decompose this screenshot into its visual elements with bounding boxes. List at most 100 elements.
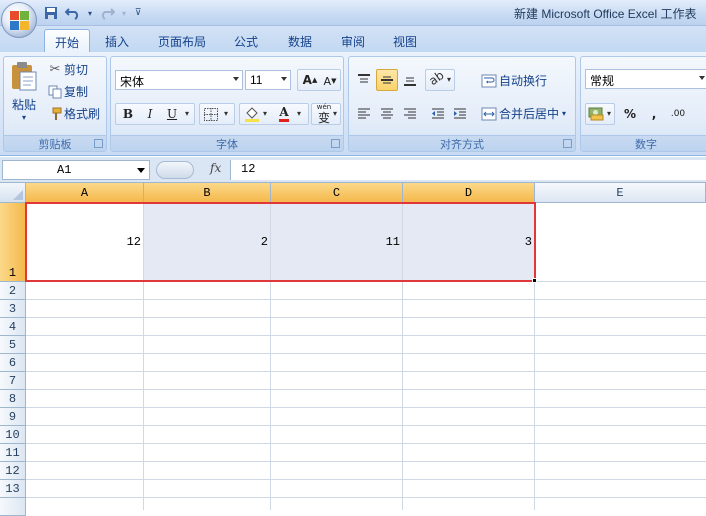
font-size-select[interactable]: 11 — [245, 70, 291, 90]
column-header-c[interactable]: C — [271, 183, 403, 203]
tab-view[interactable]: 视图 — [383, 29, 427, 52]
row-header-6[interactable]: 6 — [0, 354, 26, 372]
font-name-select[interactable]: 宋体 — [115, 70, 243, 90]
formula-bar-splitter[interactable] — [156, 161, 194, 179]
format-painter-button[interactable]: 格式刷 — [46, 105, 100, 122]
column-header-e[interactable]: E — [535, 183, 706, 203]
underline-dropdown-icon[interactable]: ▾ — [185, 109, 189, 118]
fill-handle[interactable] — [532, 278, 537, 283]
name-box-value: A1 — [57, 163, 72, 177]
paste-icon — [10, 60, 38, 92]
formula-input[interactable]: 12 — [230, 160, 706, 180]
merge-dropdown-icon[interactable]: ▾ — [562, 109, 566, 118]
undo-icon[interactable] — [64, 4, 82, 22]
row-header-13[interactable]: 13 — [0, 480, 26, 498]
italic-button[interactable]: I — [139, 103, 161, 125]
ribbon: 粘贴 ▾ ✂ 剪切 复制 格式刷 剪贴板 宋体 11 A ▲ A ▼ B I U… — [0, 52, 706, 156]
gridline — [26, 443, 706, 444]
shrink-font-button[interactable]: A ▼ — [319, 70, 341, 92]
format-painter-icon — [46, 107, 64, 121]
fill-color-button[interactable] — [241, 103, 263, 125]
number-format-dropdown-icon — [699, 76, 705, 80]
gridline — [26, 497, 706, 498]
column-header-a[interactable]: A — [26, 183, 144, 203]
align-left-icon — [358, 108, 370, 119]
name-box-dropdown-icon — [137, 168, 145, 173]
align-top-button[interactable] — [353, 69, 375, 91]
decrease-indent-button[interactable] — [427, 103, 449, 125]
row-header-10[interactable]: 10 — [0, 426, 26, 444]
font-group: 宋体 11 A ▲ A ▼ B I U ▾ ▾ ▾ A ▾ wén 变 ▾ 字体 — [110, 56, 344, 152]
copy-icon — [46, 85, 64, 99]
borders-icon — [204, 108, 218, 121]
clipboard-launcher-icon[interactable] — [94, 139, 103, 148]
row-header-9[interactable]: 9 — [0, 408, 26, 426]
align-right-button[interactable] — [399, 103, 421, 125]
tab-page-layout[interactable]: 页面布局 — [148, 29, 216, 52]
font-color-dropdown-icon[interactable]: ▾ — [297, 109, 301, 118]
wrap-text-icon — [479, 74, 499, 88]
shrink-font-icon: A — [323, 74, 332, 88]
column-header-d[interactable]: D — [403, 183, 535, 203]
redo-dropdown-icon[interactable]: ▾ — [120, 4, 128, 22]
insert-function-button[interactable]: fx — [210, 161, 221, 175]
cut-button[interactable]: ✂ 剪切 — [46, 61, 88, 78]
align-top-icon — [358, 74, 370, 83]
font-color-icon: A — [279, 106, 289, 122]
font-name-dropdown-icon — [233, 77, 239, 81]
underline-button[interactable]: U — [161, 103, 183, 125]
column-header-b[interactable]: B — [144, 183, 271, 203]
customize-icon[interactable]: ⊽ — [132, 4, 144, 22]
font-color-button[interactable]: A — [273, 103, 295, 125]
fill-color-dropdown-icon[interactable]: ▾ — [263, 109, 267, 118]
tab-formulas[interactable]: 公式 — [224, 29, 268, 52]
alignment-launcher-icon[interactable] — [563, 139, 572, 148]
percent-button[interactable]: % — [619, 103, 641, 125]
increase-indent-button[interactable] — [449, 103, 471, 125]
row-header-2[interactable]: 2 — [0, 282, 26, 300]
row-header-3[interactable]: 3 — [0, 300, 26, 318]
copy-button[interactable]: 复制 — [46, 83, 88, 100]
row-header-5[interactable]: 5 — [0, 336, 26, 354]
align-center-button[interactable] — [376, 103, 398, 125]
grow-font-button[interactable]: A ▲ — [299, 69, 321, 91]
row-header-14[interactable] — [0, 498, 26, 516]
row-header-7[interactable]: 7 — [0, 372, 26, 390]
font-launcher-icon[interactable] — [331, 139, 340, 148]
row-header-11[interactable]: 11 — [0, 444, 26, 462]
redo-icon[interactable] — [98, 4, 116, 22]
decrease-indent-icon — [432, 108, 444, 119]
merge-center-button[interactable]: 合并后居中 ▾ — [479, 105, 566, 122]
paste-button[interactable]: 粘贴 ▾ — [7, 60, 41, 132]
save-icon[interactable] — [42, 4, 60, 22]
align-middle-button[interactable] — [376, 69, 398, 91]
align-center-icon — [381, 108, 393, 119]
align-left-button[interactable] — [353, 103, 375, 125]
worksheet-grid: A B C D E 1 2 3 4 5 6 7 8 9 10 11 12 13 … — [0, 183, 706, 516]
wrap-text-button[interactable]: 自动换行 — [479, 72, 547, 89]
row-header-12[interactable]: 12 — [0, 462, 26, 480]
office-button[interactable] — [1, 2, 37, 38]
comma-button[interactable]: , — [643, 103, 665, 125]
quick-access-toolbar: ▾ ▾ ⊽ — [42, 4, 144, 22]
tab-data[interactable]: 数据 — [278, 29, 322, 52]
row-header-8[interactable]: 8 — [0, 390, 26, 408]
increase-decimal-button[interactable]: .00 — [667, 103, 689, 125]
merge-center-label: 合并后居中 — [499, 107, 560, 121]
tab-home[interactable]: 开始 — [44, 29, 91, 52]
align-right-icon — [404, 108, 416, 119]
undo-dropdown-icon[interactable]: ▾ — [86, 4, 94, 22]
align-middle-icon — [381, 76, 393, 84]
clipboard-group: 粘贴 ▾ ✂ 剪切 复制 格式刷 剪贴板 — [3, 56, 107, 152]
tab-insert[interactable]: 插入 — [95, 29, 139, 52]
align-bottom-button[interactable] — [399, 69, 421, 91]
copy-label: 复制 — [64, 85, 89, 99]
number-format-select[interactable]: 常规 — [585, 69, 706, 89]
select-all-button[interactable] — [0, 183, 26, 203]
row-header-4[interactable]: 4 — [0, 318, 26, 336]
name-box[interactable]: A1 — [2, 160, 150, 180]
bold-button[interactable]: B — [117, 103, 139, 125]
row-header-1[interactable]: 1 — [0, 203, 26, 282]
tab-review[interactable]: 审阅 — [331, 29, 375, 52]
font-name-value: 宋体 — [120, 75, 145, 89]
